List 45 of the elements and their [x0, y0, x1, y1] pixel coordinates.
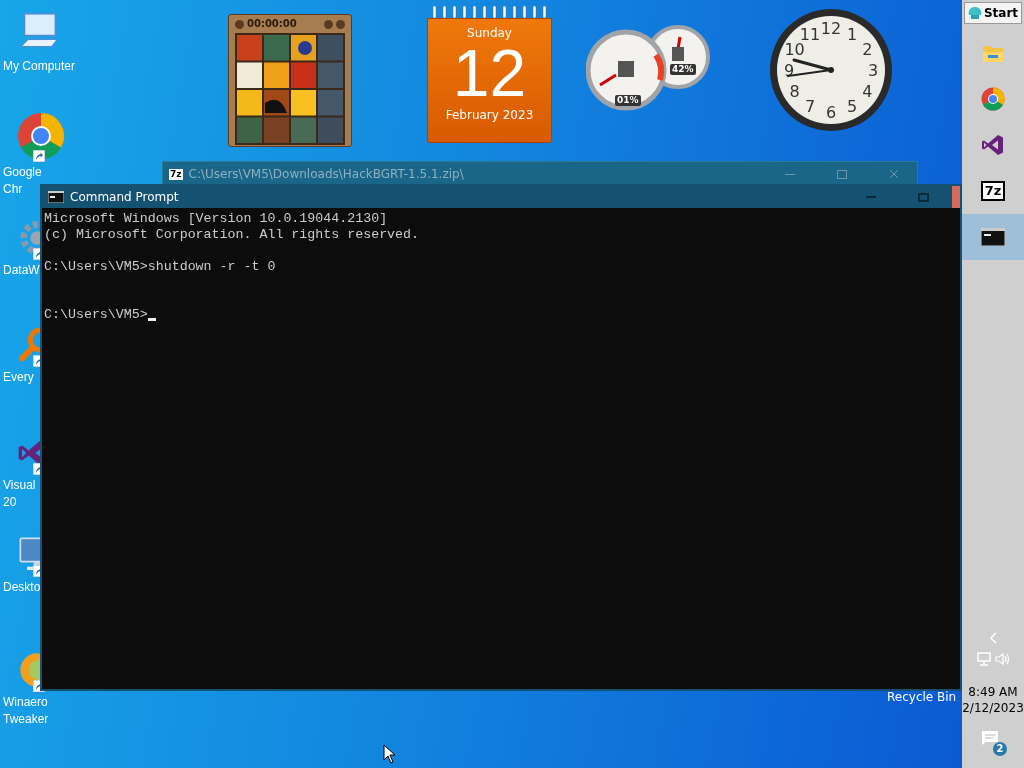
console-icon [981, 228, 1005, 246]
notification-icon[interactable] [981, 730, 999, 746]
clock-time[interactable]: 8:49 AM [968, 684, 1018, 700]
start-button[interactable]: Start [964, 2, 1022, 24]
cpu-reading: 01% [615, 95, 641, 106]
folder-icon [982, 43, 1004, 63]
chrome-icon [981, 87, 1005, 111]
notification-count: 2 [993, 742, 1007, 756]
visual-studio-icon [981, 133, 1005, 157]
desktop-icon-label[interactable]: Visual 20 [3, 477, 36, 511]
desktop-icon-label[interactable]: Winaero Tweaker [3, 694, 49, 728]
volume-icon[interactable] [995, 652, 1011, 666]
shell-icon [967, 6, 982, 20]
window-title: C:\Users\VM5\Downloads\HackBGRT-1.5.1.zip\ [188, 166, 464, 182]
console-line: C:\Users\VM5>shutdown -r -t 0 [44, 259, 276, 275]
calendar-day: 12 [452, 41, 527, 105]
mouse-pointer-icon [383, 744, 397, 764]
archive-icon: 7z [169, 168, 183, 180]
calendar-month-year: February 2023 [445, 107, 534, 123]
calendar-weekday: Sunday [467, 25, 512, 41]
console-line: Microsoft Windows [Version 10.0.19044.2130] [44, 211, 388, 227]
chrome-icon [17, 112, 65, 160]
text-cursor [147, 318, 156, 321]
shortcut-arrow-icon [33, 150, 45, 162]
clock-drawing: 1112 1 10 2 9 3 8 4 7 6 5 [767, 6, 895, 134]
memory-reading: 42% [670, 64, 696, 75]
taskbar-app-button[interactable]: 7z [962, 168, 1024, 214]
desktop-icon-label[interactable]: DataW [3, 262, 40, 279]
close-button[interactable] [952, 186, 960, 208]
window-title: Command Prompt [70, 189, 179, 205]
timer-text: 00:00:00 [247, 18, 297, 30]
archive-icon: 7z [980, 181, 1006, 201]
taskbar-app-button[interactable] [962, 214, 1024, 260]
desktop-icon-label[interactable]: Google Chr [3, 164, 42, 198]
console-icon [48, 191, 64, 203]
network-icon[interactable] [975, 652, 991, 666]
console-line: (c) Microsoft Corporation. All rights reserved. [44, 227, 420, 243]
desktop-icon-label[interactable]: My Computer [3, 58, 76, 75]
chevron-left-icon[interactable] [989, 632, 997, 644]
close-icon [889, 169, 899, 179]
desktop-icon-label[interactable]: Recycle Bin [887, 689, 957, 705]
desktop-icon-label[interactable]: Deskto [3, 579, 41, 596]
desktop-icon-label[interactable]: Every [3, 369, 34, 386]
console-line: C:\Users\VM5> [44, 307, 148, 323]
clock-date[interactable]: 2/12/2023 [962, 700, 1024, 716]
